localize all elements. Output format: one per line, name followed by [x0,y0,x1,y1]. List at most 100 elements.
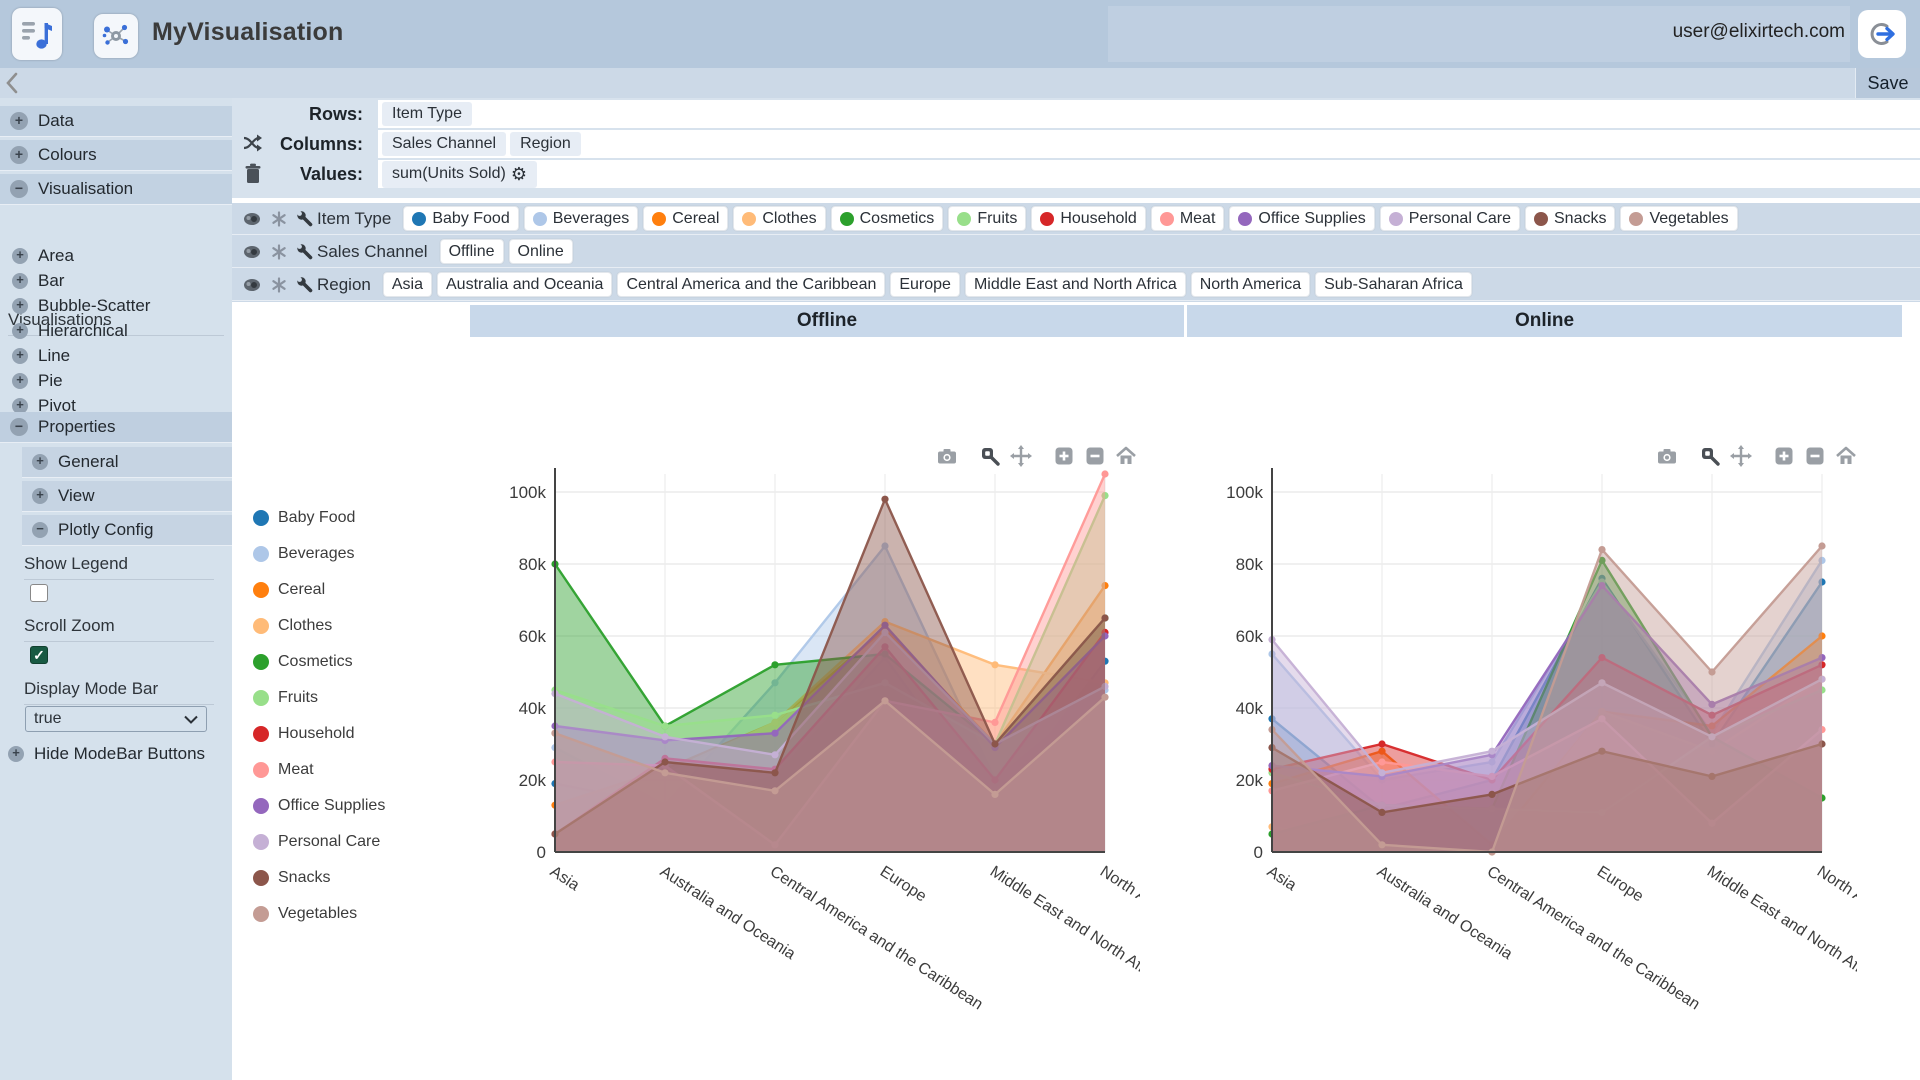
online-area-chart[interactable]: 020k40k60k80k100kAsiaAustralia and Ocean… [1212,440,1857,1040]
sidebar-section-data[interactable]: + Data [0,106,232,137]
asterisk-icon[interactable] [271,211,287,227]
filter-chip-cosmetics[interactable]: Cosmetics [831,206,944,231]
swap-rows-columns-button[interactable] [242,132,264,154]
sidebar-item-area[interactable]: + Area [12,244,74,268]
category-color-dot [957,212,971,226]
expand-plus-icon: + [8,746,24,762]
filter-chip-middle-east-and-north-africa[interactable]: Middle East and North Africa [965,272,1186,297]
category-color-dot [652,212,666,226]
field-chip-item-type[interactable]: Item Type [382,102,472,126]
visualisation-app-button[interactable] [94,14,138,58]
filter-chip-central-america-and-the-caribbean[interactable]: Central America and the Caribbean [617,272,885,297]
sidebar-item-bar[interactable]: + Bar [12,269,64,293]
asterisk-icon[interactable] [271,277,287,293]
legend-item-cosmetics: Cosmetics [253,644,385,680]
wrench-icon[interactable] [296,243,314,261]
network-hub-icon [101,21,131,51]
filter-chip-clothes[interactable]: Clothes [733,206,825,231]
filter-chip-vegetables[interactable]: Vegetables [1620,206,1737,231]
eye-icon[interactable] [242,212,262,226]
field-chip-sum-units-sold[interactable]: sum(Units Sold)⚙ [382,161,537,188]
show-legend-label: Show Legend [24,554,214,580]
eye-icon[interactable] [242,245,262,259]
show-legend-checkbox[interactable] [30,584,48,602]
scroll-zoom-checkbox[interactable]: ✓ [30,646,48,664]
asterisk-icon[interactable] [271,244,287,260]
sidebar-item-line[interactable]: + Line [12,344,70,368]
filter-chip-beverages[interactable]: Beverages [524,206,639,231]
wrench-icon[interactable] [296,276,314,294]
x-tick-label: Asia [1264,863,1299,894]
sidebar-item-hide-modebar-buttons[interactable]: + Hide ModeBar Buttons [8,742,205,766]
filter-chip-fruits[interactable]: Fruits [948,206,1026,231]
filter-chip-asia[interactable]: Asia [383,272,432,297]
collapse-minus-icon: − [32,522,48,538]
sidebar-group-plotly-config[interactable]: − Plotly Config [22,515,232,546]
logout-button[interactable] [1858,10,1906,58]
filter-chip-label: Snacks [1554,210,1606,228]
filter-row-icons [232,210,317,228]
back-button[interactable] [2,70,26,96]
legend-item-office-supplies: Office Supplies [253,788,385,824]
filter-chip-label: Asia [392,276,423,294]
offline-area-chart[interactable]: 020k40k60k80k100kAsiaAustralia and Ocean… [495,440,1140,1040]
filter-chip-cereal[interactable]: Cereal [643,206,728,231]
filter-chip-label: Cereal [672,210,719,228]
filter-chip-personal-care[interactable]: Personal Care [1380,206,1520,231]
legend-item-vegetables: Vegetables [253,896,385,932]
category-color-dot [1160,212,1174,226]
legend-item-beverages: Beverages [253,536,385,572]
svg-text:20k: 20k [519,771,547,790]
legend-label: Baby Food [278,509,355,527]
filter-chip-sub-saharan-africa[interactable]: Sub-Saharan Africa [1315,272,1472,297]
svg-text:0: 0 [1254,843,1263,862]
field-chip-sales-channel[interactable]: Sales Channel [382,132,506,156]
svg-text:60k: 60k [519,627,547,646]
field-chip-region[interactable]: Region [510,132,581,156]
sidebar-item-pie[interactable]: + Pie [12,369,63,393]
legend-item-personal-care: Personal Care [253,824,385,860]
delete-field-button[interactable] [243,162,263,186]
chevron-left-icon [2,70,24,96]
save-button[interactable]: Save [1855,68,1920,98]
pivot-config-panel: Rows: Item Type Columns: Sales ChannelRe… [232,98,1920,198]
legend-color-dot [253,582,269,598]
filter-chip-label: Fruits [977,210,1017,228]
sidebar-group-general[interactable]: + General [22,447,232,478]
filter-chip-north-america[interactable]: North America [1191,272,1310,297]
eye-icon[interactable] [242,278,262,292]
filter-chip-baby-food[interactable]: Baby Food [403,206,518,231]
filter-chip-label: Vegetables [1649,210,1728,228]
filter-chip-meat[interactable]: Meat [1151,206,1225,231]
filter-chip-offline[interactable]: Offline [440,239,504,264]
values-field[interactable]: sum(Units Sold)⚙ [378,160,1920,188]
playlist-menu-button[interactable] [12,8,62,60]
filter-chip-household[interactable]: Household [1031,206,1146,231]
expand-plus-icon: + [10,146,28,164]
display-mode-bar-select[interactable]: true [25,706,207,732]
legend-item-meat: Meat [253,752,385,788]
sidebar-section-colours[interactable]: + Colours [0,140,232,171]
legend-label: Cosmetics [278,653,353,671]
filter-chip-office-supplies[interactable]: Office Supplies [1229,206,1374,231]
filter-chip-europe[interactable]: Europe [890,272,960,297]
legend-color-dot [253,834,269,850]
expand-plus-icon: + [12,248,28,264]
legend-label: Meat [278,761,314,779]
sidebar-section-label: Data [38,111,74,131]
gear-icon[interactable]: ⚙ [511,164,527,185]
sidebar-section-label: Properties [38,417,115,437]
sidebar-group-view[interactable]: + View [22,481,232,512]
sidebar-section-visualisation[interactable]: − Visualisation [0,174,232,205]
columns-field[interactable]: Sales ChannelRegion [378,130,1920,158]
filter-chip-snacks[interactable]: Snacks [1525,206,1615,231]
sidebar-section-properties[interactable]: − Properties [0,412,232,443]
legend-item-baby-food: Baby Food [253,500,385,536]
filter-chip-australia-and-oceania[interactable]: Australia and Oceania [437,272,612,297]
sidebar-item-bubble-scatter[interactable]: + Bubble-Scatter [12,294,150,318]
columns-label: Columns: [268,134,363,155]
rows-field[interactable]: Item Type [378,100,1920,128]
sidebar-item-hierarchical[interactable]: + Hierarchical [12,319,128,343]
filter-chip-online[interactable]: Online [509,239,573,264]
wrench-icon[interactable] [296,210,314,228]
